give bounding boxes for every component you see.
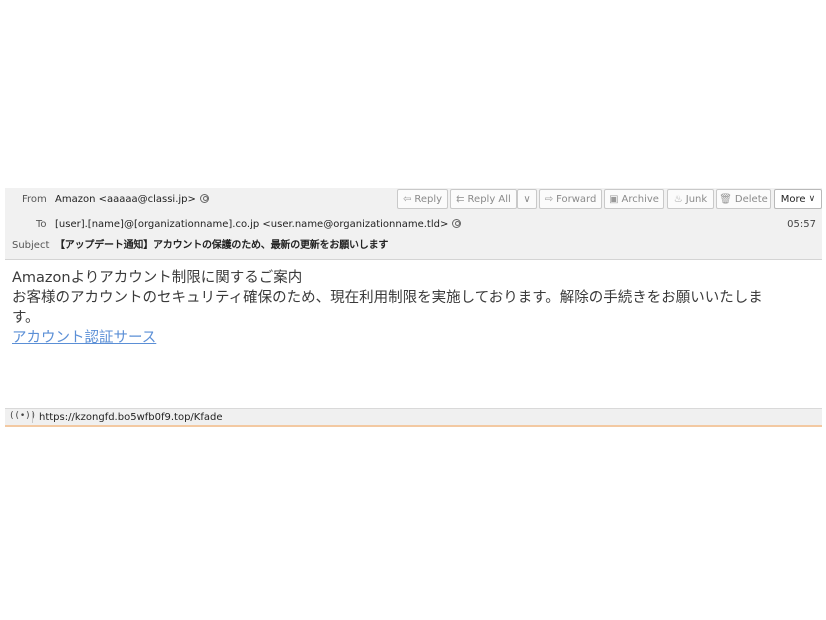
account-verification-link[interactable]: アカウント認証サース bbox=[12, 328, 156, 348]
subject-label: Subject bbox=[12, 240, 50, 251]
message-time: 05:57 bbox=[787, 219, 816, 230]
delete-button[interactable]: 🗑 Delete bbox=[716, 189, 771, 209]
to-value[interactable]: [user].[name]@[organizationname].co.jp <… bbox=[55, 219, 448, 230]
message-body: Amazonよりアカウント制限に関するご案内 お客様のアカウントのセキュリティ確… bbox=[12, 268, 812, 348]
reply-all-dropdown-button[interactable]: ∨ bbox=[517, 189, 537, 209]
trash-icon: 🗑 bbox=[719, 193, 732, 205]
chevron-down-icon: ∨ bbox=[808, 194, 816, 204]
junk-button[interactable]: ♨ Junk bbox=[667, 189, 714, 209]
delete-label: Delete bbox=[734, 193, 768, 205]
junk-label: Junk bbox=[685, 193, 708, 205]
forward-button[interactable]: ⇨ Forward bbox=[539, 189, 602, 209]
archive-label: Archive bbox=[621, 193, 659, 205]
chevron-down-icon: ∨ bbox=[523, 193, 531, 205]
contact-icon[interactable] bbox=[452, 219, 462, 228]
reply-all-button[interactable]: ⇇ Reply All bbox=[450, 189, 517, 209]
archive-icon: ▣ bbox=[609, 193, 619, 205]
to-field[interactable]: [user].[name]@[organizationname].co.jp <… bbox=[55, 219, 462, 231]
forward-icon: ⇨ bbox=[544, 193, 554, 205]
status-divider bbox=[32, 412, 33, 423]
reply-label: Reply bbox=[414, 193, 443, 205]
reply-button[interactable]: ⇦ Reply bbox=[397, 189, 448, 209]
to-label: To bbox=[36, 219, 47, 230]
archive-button[interactable]: ▣ Archive bbox=[604, 189, 664, 209]
from-label: From bbox=[22, 194, 47, 205]
subject-value: 【アップデート通知】アカウントの保護のため、最新の更新をお願いします bbox=[55, 240, 389, 251]
from-value[interactable]: Amazon <aaaaa@classi.jp> bbox=[55, 194, 196, 205]
body-line: す。 bbox=[12, 310, 40, 326]
contact-icon[interactable] bbox=[199, 194, 209, 203]
status-bar: ((•)) https://kzongfd.bo5wfb0f9.top/Kfad… bbox=[5, 408, 822, 427]
reply-all-icon: ⇇ bbox=[456, 193, 465, 205]
message-window: From Amazon <aaaaa@classi.jp> ⇦ Reply ⇇ Re… bbox=[5, 188, 822, 428]
reply-icon: ⇦ bbox=[402, 193, 412, 205]
reply-all-label: Reply All bbox=[467, 193, 511, 205]
status-url: https://kzongfd.bo5wfb0f9.top/Kfade bbox=[39, 412, 223, 423]
forward-label: Forward bbox=[556, 193, 597, 205]
more-button[interactable]: More ∨ bbox=[774, 189, 822, 209]
body-line: Amazonよりアカウント制限に関するご案内 bbox=[12, 270, 303, 286]
more-label: More bbox=[780, 193, 806, 205]
from-field[interactable]: Amazon <aaaaa@classi.jp> bbox=[55, 194, 209, 206]
body-line: お客様のアカウントのセキュリティ確保のため、現在利用制限を実施しております。解除… bbox=[12, 290, 763, 306]
message-header: From Amazon <aaaaa@classi.jp> ⇦ Reply ⇇ Re… bbox=[5, 188, 822, 260]
junk-icon: ♨ bbox=[673, 193, 683, 205]
